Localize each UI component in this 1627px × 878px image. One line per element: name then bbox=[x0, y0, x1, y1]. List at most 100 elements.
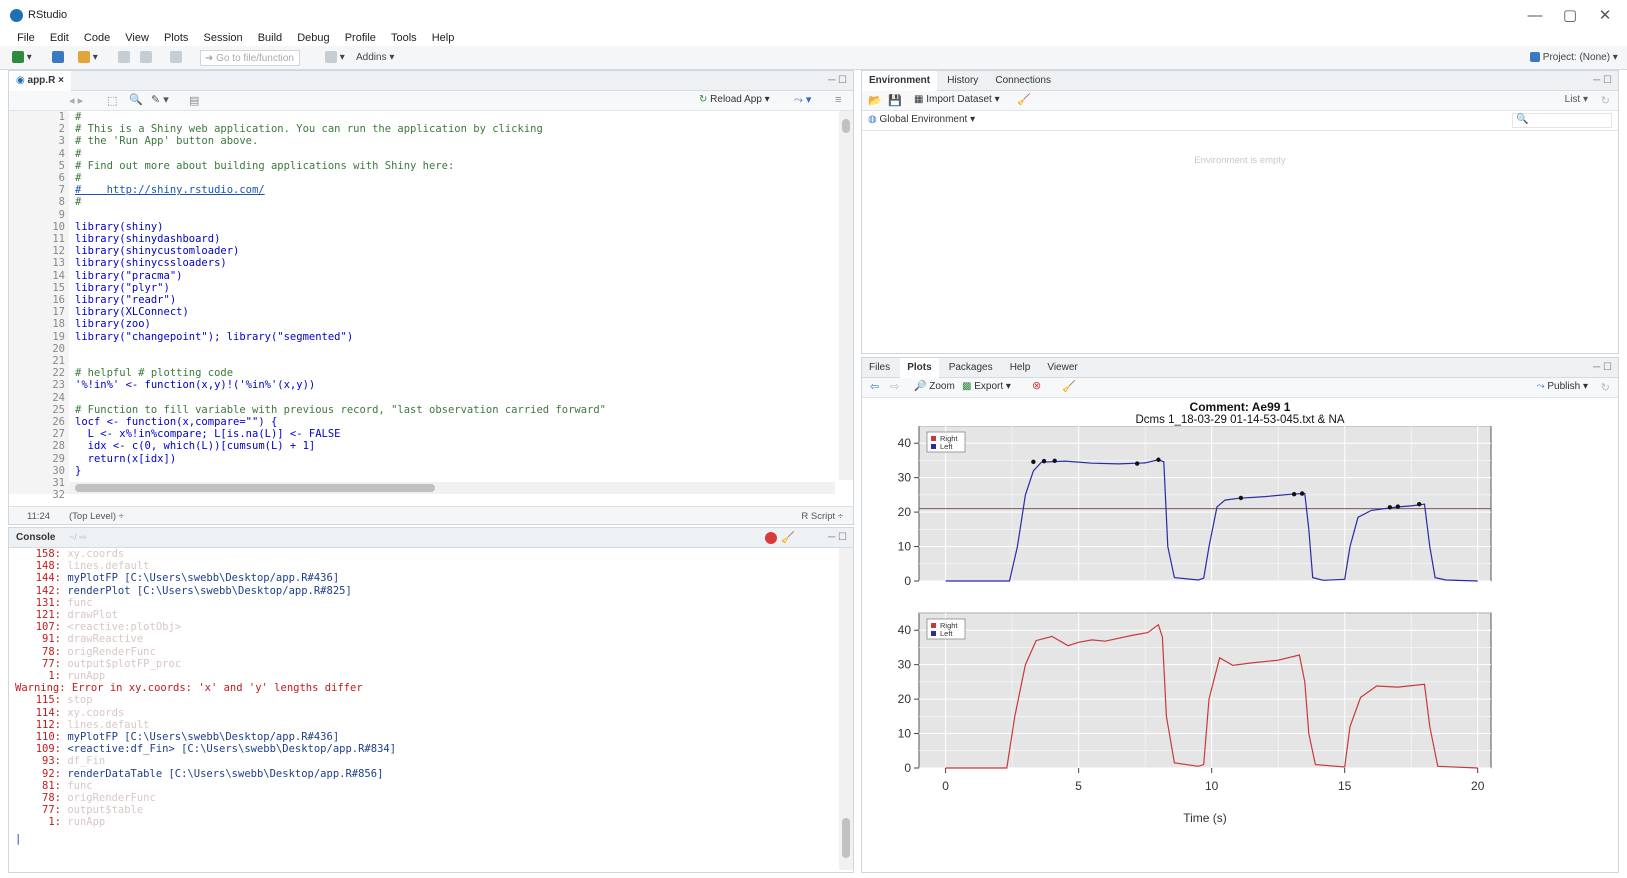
environment-minmax-icon[interactable]: ─ ☐ bbox=[1593, 75, 1612, 86]
menu-tools[interactable]: Tools bbox=[385, 28, 423, 48]
console-output[interactable]: 158: xy.coords 148: lines.default 144: myP… bbox=[15, 548, 837, 870]
traceback-frame-number: 121: bbox=[35, 609, 61, 621]
maximize-button[interactable]: ▢ bbox=[1550, 5, 1590, 27]
search-icon[interactable]: 🔍 bbox=[129, 93, 143, 106]
publish-icon[interactable]: ⤳ ▾ bbox=[794, 93, 811, 107]
previous-plot-icon[interactable]: ⇦ bbox=[870, 380, 879, 393]
editor-scroll-thumb[interactable] bbox=[842, 119, 850, 133]
x-tick-label: 5 bbox=[1075, 779, 1082, 793]
close-button[interactable]: ✕ bbox=[1585, 5, 1625, 27]
legend-key-left bbox=[931, 631, 936, 636]
editor-hscroll-thumb[interactable] bbox=[75, 484, 435, 492]
addins-button[interactable]: Addins ▾ bbox=[356, 50, 394, 66]
publish-button[interactable]: ⤳ Publish ▾ bbox=[1537, 381, 1588, 392]
console-scroll-thumb[interactable] bbox=[842, 818, 850, 858]
show-in-window-icon[interactable]: ⬚ bbox=[107, 94, 117, 107]
next-plot-icon[interactable]: ⇨ bbox=[890, 380, 899, 393]
minimize-button[interactable]: — bbox=[1515, 5, 1555, 27]
menu-edit[interactable]: Edit bbox=[44, 28, 75, 48]
remove-plot-icon[interactable]: ⊗ bbox=[1032, 379, 1041, 392]
y-tick-label: 40 bbox=[898, 436, 912, 450]
console-traceback-line: 121: drawPlot bbox=[15, 609, 118, 621]
goto-file-input[interactable]: ➜ Go to file/function bbox=[200, 50, 300, 66]
menu-build[interactable]: Build bbox=[252, 28, 288, 48]
console-path-icon[interactable]: ~/ ⇨ bbox=[69, 532, 87, 543]
new-project-button[interactable] bbox=[52, 50, 64, 66]
print-button[interactable] bbox=[170, 50, 182, 66]
legend-label-left: Left bbox=[940, 442, 953, 451]
tab-history[interactable]: History bbox=[940, 71, 985, 91]
y-tick-label: 20 bbox=[898, 505, 912, 519]
plot-panel-background bbox=[918, 426, 1492, 582]
menu-help[interactable]: Help bbox=[426, 28, 461, 48]
console-vertical-scrollbar[interactable] bbox=[839, 548, 853, 870]
wand-icon[interactable]: ✎ ▾ bbox=[151, 93, 169, 106]
tab-files[interactable]: Files bbox=[862, 358, 897, 378]
line-number: 5 bbox=[58, 159, 65, 172]
new-file-button[interactable]: ▾ bbox=[12, 50, 32, 66]
menu-file[interactable]: File bbox=[11, 28, 41, 48]
broom-icon[interactable]: 🧹 bbox=[1017, 93, 1031, 106]
file-type-selector[interactable]: R Script ÷ bbox=[801, 511, 843, 522]
menu-plots[interactable]: Plots bbox=[158, 28, 194, 48]
editor-minmax-icon[interactable]: ─ ☐ bbox=[828, 75, 847, 86]
list-view-selector[interactable]: List ▾ bbox=[1565, 94, 1588, 105]
tab-plots[interactable]: Plots bbox=[900, 358, 939, 378]
tab-app-r[interactable]: ◉ app.R × bbox=[9, 71, 71, 91]
export-button[interactable]: ▩ Export ▾ bbox=[962, 381, 1011, 392]
refresh-plot-icon[interactable]: ↻ bbox=[1601, 381, 1610, 394]
tab-environment[interactable]: Environment bbox=[862, 71, 938, 91]
export-label: Export ▾ bbox=[974, 381, 1011, 392]
menu-profile[interactable]: Profile bbox=[339, 28, 382, 48]
peak-marker bbox=[1416, 501, 1422, 507]
tab-packages[interactable]: Packages bbox=[942, 358, 1000, 378]
save-workspace-icon[interactable]: 💾 bbox=[888, 94, 902, 107]
code-text: # the 'Run App' button above. bbox=[75, 135, 259, 148]
save-button[interactable] bbox=[118, 50, 130, 66]
peak-marker bbox=[1134, 461, 1140, 466]
publish-icon: ⤳ bbox=[1536, 381, 1548, 392]
console-minmax-icon[interactable]: ─ ☐ bbox=[828, 532, 847, 543]
save-all-button[interactable] bbox=[140, 50, 152, 66]
grid-button[interactable]: ▾ bbox=[325, 50, 345, 66]
import-dataset-button[interactable]: ▦ Import Dataset ▾ bbox=[914, 94, 1000, 105]
global-environment-selector[interactable]: ◍ Global Environment ▾ bbox=[868, 114, 975, 125]
environment-search-input[interactable]: 🔍 bbox=[1512, 113, 1612, 128]
menu-session[interactable]: Session bbox=[198, 28, 249, 48]
traceback-call: origRenderFunc bbox=[61, 645, 156, 658]
editor-vertical-scrollbar[interactable] bbox=[839, 111, 853, 480]
compile-report-icon[interactable]: ▤ bbox=[189, 94, 199, 107]
code-text: # Find out more about building applicati… bbox=[75, 159, 455, 172]
refresh-icon[interactable]: ↻ bbox=[1601, 94, 1610, 107]
project-menu[interactable]: Project: (None) ▾ bbox=[1530, 50, 1618, 66]
menu-code[interactable]: Code bbox=[78, 28, 116, 48]
environment-empty-message: Environment is empty bbox=[1194, 155, 1286, 166]
scope-selector[interactable]: (Top Level) ÷ bbox=[69, 511, 124, 522]
reload-app-button[interactable]: ↻ Reload App ▾ bbox=[699, 94, 770, 105]
tab-connections[interactable]: Connections bbox=[988, 71, 1058, 91]
traceback-call: xy.coords bbox=[61, 706, 125, 719]
peak-marker bbox=[1052, 458, 1057, 463]
menu-bar: File Edit Code View Plots Session Build … bbox=[0, 28, 1627, 48]
menu-view[interactable]: View bbox=[119, 28, 155, 48]
code-text: library(zoo) bbox=[75, 318, 151, 331]
outline-icon[interactable]: ≡ bbox=[835, 94, 841, 106]
open-file-button[interactable]: ▾ bbox=[78, 50, 98, 66]
tab-console[interactable]: Console bbox=[9, 528, 62, 548]
plot-subtitle: Dcms 1_18-03-29 01-14-53-045.txt & NA bbox=[1135, 414, 1345, 426]
back-forward-icon[interactable]: ◂ ▸ bbox=[69, 94, 83, 107]
clear-console-icon[interactable]: 🧹 bbox=[781, 531, 795, 544]
broom-icon[interactable]: 🧹 bbox=[1062, 380, 1076, 393]
tab-help[interactable]: Help bbox=[1003, 358, 1038, 378]
open-workspace-icon[interactable]: 📂 bbox=[868, 94, 882, 107]
console-prompt[interactable]: | bbox=[15, 833, 21, 845]
zoom-button[interactable]: 🔎 Zoom bbox=[914, 381, 955, 392]
code-editor[interactable]: 1 #2 # This is a Shiny web application. Yo… bbox=[9, 111, 837, 501]
traceback-call: <reactive:plotObj> bbox=[61, 621, 182, 634]
menu-debug[interactable]: Debug bbox=[291, 28, 335, 48]
tab-viewer[interactable]: Viewer bbox=[1040, 358, 1084, 378]
plots-minmax-icon[interactable]: ─ ☐ bbox=[1593, 362, 1612, 373]
peak-marker bbox=[1156, 457, 1161, 462]
editor-horizontal-scrollbar[interactable] bbox=[69, 482, 835, 494]
stop-icon[interactable] bbox=[765, 532, 777, 544]
